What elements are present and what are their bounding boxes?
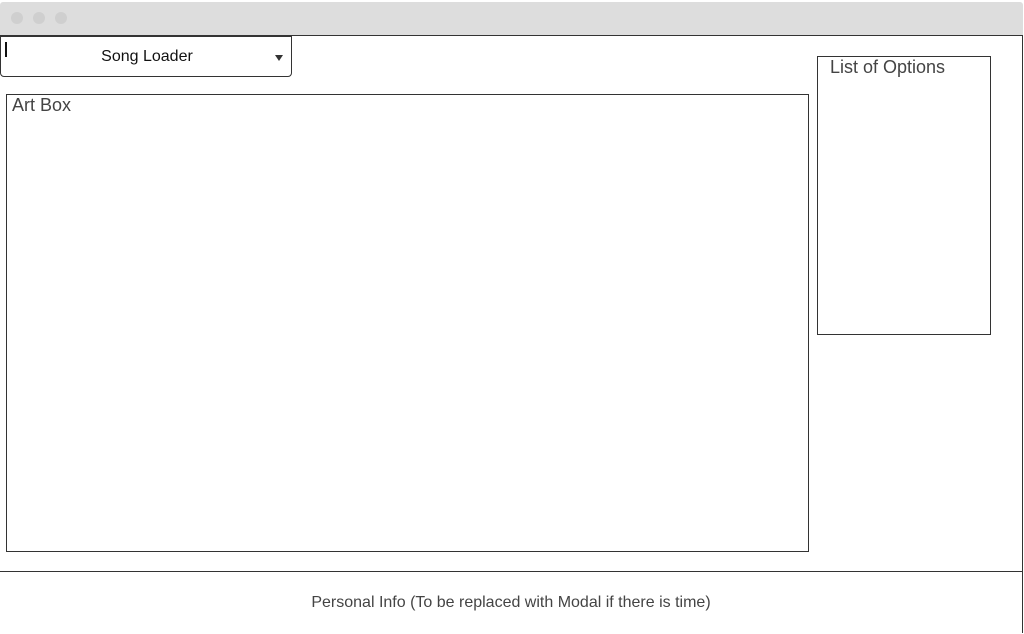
window-right-border (1022, 36, 1023, 633)
close-window-button[interactable] (11, 12, 23, 24)
footer: Personal Info (To be replaced with Modal… (0, 571, 1022, 634)
minimize-window-button[interactable] (33, 12, 45, 24)
song-loader-dropdown[interactable]: Song Loader (0, 36, 292, 77)
options-list: List of Options (817, 56, 991, 335)
art-box: Art Box (6, 94, 809, 552)
art-box-title: Art Box (12, 95, 72, 115)
personal-info-text: Personal Info (To be replaced with Modal… (311, 594, 711, 611)
options-list-title: List of Options (830, 57, 946, 77)
maximize-window-button[interactable] (55, 12, 67, 24)
chevron-down-icon[interactable] (275, 55, 283, 61)
app-window: Song Loader Art Box List of Options Pers… (0, 0, 1024, 634)
window-titlebar[interactable] (0, 2, 1023, 36)
song-loader-label: Song Loader (101, 48, 193, 65)
